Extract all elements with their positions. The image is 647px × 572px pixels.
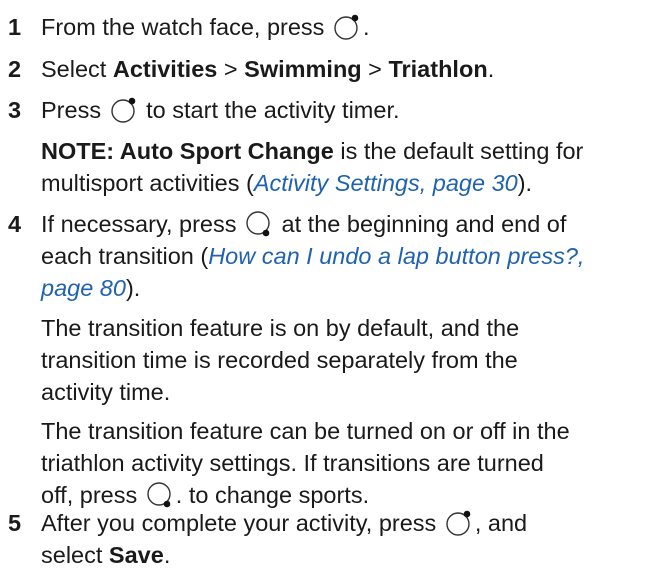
step-number: 3 xyxy=(8,97,22,124)
para-text: off, press xyxy=(41,481,138,508)
start-stop-button-icon xyxy=(445,509,473,537)
lap-button-icon xyxy=(146,481,174,509)
activity-settings-link[interactable]: Activity Settings, page 30 xyxy=(254,170,518,196)
save-label: Save xyxy=(108,542,164,568)
step-text-end: . xyxy=(487,55,495,82)
start-stop-button-icon xyxy=(110,96,138,124)
step-text-end: . xyxy=(163,542,171,568)
step-text-end: to start the activity timer. xyxy=(146,97,400,124)
step-text: If necessary, press xyxy=(41,210,237,237)
step-number: 1 xyxy=(8,14,22,41)
undo-lap-link[interactable]: How can I undo a lap button press?, xyxy=(208,243,584,269)
step-5-line-2: select Save. xyxy=(41,538,170,572)
note-label: NOTE: Auto Sport Change xyxy=(41,137,334,164)
step-text-end: . xyxy=(362,14,370,41)
lap-button-icon xyxy=(245,210,273,238)
paragraph-2-line-1: The transition feature can be turned on … xyxy=(41,417,570,444)
separator: > xyxy=(217,55,245,82)
step-4-line-2: each transition (How can I undo a lap bu… xyxy=(41,239,584,273)
note-text-end: ). xyxy=(517,169,533,196)
step-text: select xyxy=(41,542,109,568)
menu-swimming: Swimming xyxy=(244,55,362,82)
undo-lap-page-link[interactable]: page 80 xyxy=(41,275,126,301)
step-text: From the watch face, press xyxy=(41,14,325,41)
step-text: Press xyxy=(41,97,102,124)
step-number: 4 xyxy=(8,210,22,237)
note-line-2: multisport activities (Activity Settings… xyxy=(41,166,532,200)
paragraph-2-line-2: triathlon activity settings. If transiti… xyxy=(41,449,544,476)
note-line-1: NOTE: Auto Sport Change is the default s… xyxy=(41,134,583,168)
step-text-cont: , and xyxy=(474,510,528,537)
para-text-end: . to change sports. xyxy=(175,481,370,508)
step-4-line-3: page 80). xyxy=(41,271,140,305)
step-text: each transition ( xyxy=(41,242,209,269)
step-number: 2 xyxy=(8,55,22,82)
separator: > xyxy=(361,55,389,82)
start-stop-button-icon xyxy=(333,13,361,41)
menu-triathlon: Triathlon xyxy=(388,55,488,82)
step-text-cont: at the beginning and end of xyxy=(281,210,567,237)
paragraph-1-line-2: transition time is recorded separately f… xyxy=(41,347,518,374)
note-text: is the default setting for xyxy=(333,137,584,164)
step-text: Select xyxy=(41,55,113,82)
step-text-end: ). xyxy=(125,274,141,301)
paragraph-1-line-1: The transition feature is on by default,… xyxy=(41,315,520,342)
note-text: multisport activities ( xyxy=(41,169,254,196)
menu-activities: Activities xyxy=(112,55,218,82)
paragraph-1-line-3: activity time. xyxy=(41,379,171,406)
step-number: 5 xyxy=(8,510,22,537)
step-text: After you complete your activity, press xyxy=(41,510,437,537)
